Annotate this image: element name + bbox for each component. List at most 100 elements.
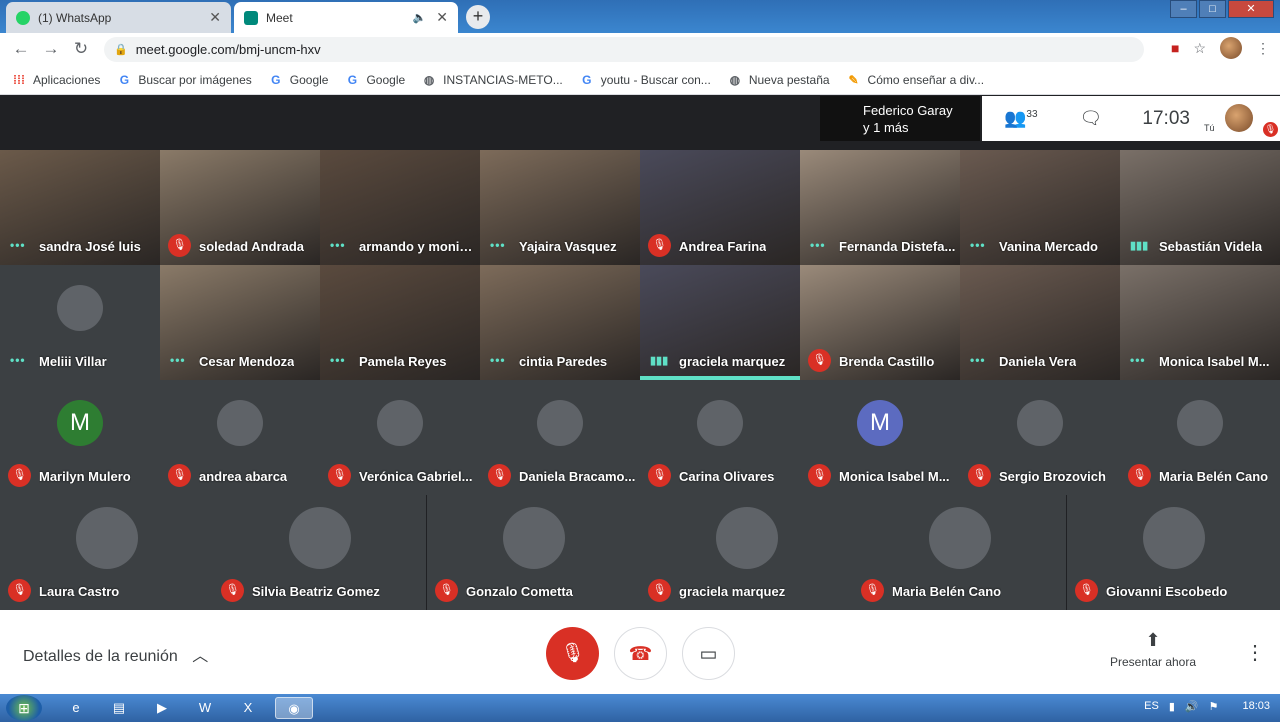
participant-tile[interactable]: 🎙 andrea abarca <box>160 380 320 495</box>
profile-avatar[interactable] <box>1220 37 1242 59</box>
bookmark-item[interactable]: Gyoutu - Buscar con... <box>580 73 711 87</box>
minimize-button[interactable]: – <box>1170 0 1197 18</box>
participant-tile[interactable]: ••• Meliii Villar <box>0 265 160 380</box>
more-options-icon[interactable]: ⋮ <box>1245 640 1265 665</box>
present-screen-icon: ⬆ <box>1145 630 1161 650</box>
participant-avatar <box>715 507 778 569</box>
participant-tile[interactable]: ▮▮▮ Sebastián Videla <box>1120 150 1280 265</box>
chrome-icon[interactable]: ◉ <box>275 697 313 719</box>
chat-icon[interactable]: 🗨 <box>1080 108 1103 129</box>
participant-avatar <box>1142 507 1205 569</box>
address-bar[interactable]: 🔒 meet.google.com/bmj-uncm-hxv <box>104 37 1144 62</box>
participant-tile[interactable]: M 🎙 Monica Isabel M... <box>800 380 960 495</box>
bookmark-item[interactable]: G Buscar por imágenes <box>117 73 252 87</box>
participant-tile[interactable]: 🎙 Carina Olivares <box>640 380 800 495</box>
participant-tile[interactable]: 🎙 Laura Castro <box>0 495 213 610</box>
ie-icon[interactable]: e <box>60 697 92 719</box>
participant-tile[interactable]: ••• Fernanda Distefa... <box>800 150 960 265</box>
meeting-controls-bar: Detalles de la reunión ︿ 🎙 ☎ ▭ ⬆ Present… <box>0 610 1280 694</box>
participant-tile[interactable]: 🎙 Giovanni Escobedo <box>1067 495 1280 610</box>
participant-tile[interactable]: ••• sandra José luis <box>0 150 160 265</box>
bookmark-item[interactable]: G Google <box>345 73 405 87</box>
back-icon[interactable]: ← <box>6 39 36 59</box>
participant-tile[interactable]: ••• cintia Paredes <box>480 265 640 380</box>
word-icon[interactable]: W <box>189 697 221 719</box>
network-icon[interactable]: ▮ <box>1169 700 1175 713</box>
audio-dots-icon: ••• <box>810 238 826 252</box>
people-button[interactable]: 👥33 <box>1004 108 1038 129</box>
participant-tile[interactable]: 🎙 Daniela Bracamo... <box>480 380 640 495</box>
window-close-button[interactable]: ✕ <box>1228 0 1274 18</box>
mic-toggle-button[interactable]: 🎙 <box>546 627 599 680</box>
tab-label: Meet <box>266 10 293 25</box>
participant-tile[interactable]: 🎙 Maria Belén Cano <box>853 495 1066 610</box>
bookmark-item[interactable]: ◍ INSTANCIAS-METO... <box>422 73 563 87</box>
details-label: Detalles de la reunión <box>23 648 178 665</box>
audio-dots-icon: ••• <box>10 353 26 367</box>
participant-tile[interactable]: ••• Pamela Reyes <box>320 265 480 380</box>
close-icon[interactable]: ✕ <box>209 9 221 26</box>
participant-tile[interactable]: 🎙 Maria Belén Cano <box>1120 380 1280 495</box>
participant-avatar <box>502 507 565 569</box>
google-icon: G <box>582 72 592 87</box>
volume-icon[interactable]: 🔊 <box>1185 700 1199 713</box>
participant-tile[interactable]: 🎙 soledad Andrada <box>160 150 320 265</box>
speaking-indicator-icon: ▮▮▮ <box>650 355 669 367</box>
audio-dots-icon: ••• <box>10 238 26 252</box>
participant-tile[interactable]: ••• Yajaira Vasquez <box>480 150 640 265</box>
participant-name: Sebastián Videla <box>1159 239 1263 254</box>
presenter-banner[interactable]: Federico Garay y 1 más <box>820 96 980 141</box>
tab-whatsapp[interactable]: (1) WhatsApp ✕ <box>6 2 231 33</box>
tab-meet[interactable]: Meet 🔈 ✕ <box>234 2 458 33</box>
start-button[interactable]: ⊞ <box>6 695 42 721</box>
flag-icon[interactable]: ⚑ <box>1209 700 1219 713</box>
menu-kebab-icon[interactable]: ⋮ <box>1256 40 1270 57</box>
participant-tile[interactable]: 🎙 Sergio Brozovich <box>960 380 1120 495</box>
excel-icon[interactable]: X <box>232 697 264 719</box>
participant-tile[interactable]: ••• Daniela Vera <box>960 265 1120 380</box>
participant-tile[interactable]: 🎙 Gonzalo Cometta <box>427 495 640 610</box>
muted-mic-icon: 🎙 <box>8 464 31 487</box>
participant-tile[interactable]: M 🎙 Marilyn Mulero <box>0 380 160 495</box>
forward-icon[interactable]: → <box>36 39 66 59</box>
url-text: meet.google.com/bmj-uncm-hxv <box>135 42 321 57</box>
apps-grid-icon: ⁞⁞⁞ <box>13 72 25 87</box>
camera-toggle-button[interactable]: ▭ <box>682 627 735 680</box>
participant-tile[interactable]: ▮▮▮ graciela marquez <box>640 265 800 380</box>
camera-blocked-icon[interactable]: ■ <box>1171 40 1179 56</box>
participant-name: Laura Castro <box>39 584 120 599</box>
participant-tile[interactable]: 🎙 Andrea Farina <box>640 150 800 265</box>
meeting-details-button[interactable]: Detalles de la reunión ︿ <box>23 642 208 666</box>
participant-tile[interactable]: 🎙 Verónica Gabriel... <box>320 380 480 495</box>
bookmark-item[interactable]: ✎ Cómo enseñar a div... <box>847 73 985 87</box>
language-indicator[interactable]: ES <box>1144 700 1159 713</box>
audio-dots-icon: ••• <box>170 353 186 367</box>
participant-tile[interactable]: ••• Cesar Mendoza <box>160 265 320 380</box>
close-icon[interactable]: ✕ <box>436 9 448 26</box>
speaker-icon[interactable]: 🔈 <box>413 11 427 24</box>
hang-up-button[interactable]: ☎ <box>614 627 667 680</box>
participant-name: Cesar Mendoza <box>199 354 295 369</box>
participant-tile[interactable]: ••• Monica Isabel M... <box>1120 265 1280 380</box>
self-avatar[interactable] <box>1225 104 1253 132</box>
participant-avatar: M <box>57 400 103 446</box>
participant-tile[interactable]: 🎙 graciela marquez <box>640 495 853 610</box>
muted-mic-icon: 🎙 <box>1128 464 1151 487</box>
taskbar-clock[interactable]: 18:03 <box>1242 700 1270 713</box>
participant-tile[interactable]: ••• armando y monic... <box>320 150 480 265</box>
participant-tile[interactable]: ••• Vanina Mercado <box>960 150 1120 265</box>
participant-tile[interactable]: 🎙 Silvia Beatriz Gomez <box>213 495 426 610</box>
maximize-button[interactable]: □ <box>1199 0 1226 18</box>
participant-name: Gonzalo Cometta <box>466 584 573 599</box>
new-tab-button[interactable]: + <box>466 5 490 29</box>
bookmark-item[interactable]: ◍ Nueva pestaña <box>728 73 830 87</box>
reload-icon[interactable]: ↻ <box>66 39 96 59</box>
media-player-icon[interactable]: ▶ <box>146 697 178 719</box>
present-now-button[interactable]: ⬆ Presentar ahora <box>1100 630 1206 669</box>
bookmark-item[interactable]: ⁞⁞⁞ Aplicaciones <box>12 73 100 87</box>
star-icon[interactable]: ☆ <box>1193 40 1206 57</box>
participant-tile[interactable]: 🎙 Brenda Castillo <box>800 265 960 380</box>
folder-icon[interactable]: ▤ <box>103 697 135 719</box>
bookmark-item[interactable]: G Google <box>269 73 328 87</box>
mic-off-icon: 🎙 <box>560 643 585 664</box>
